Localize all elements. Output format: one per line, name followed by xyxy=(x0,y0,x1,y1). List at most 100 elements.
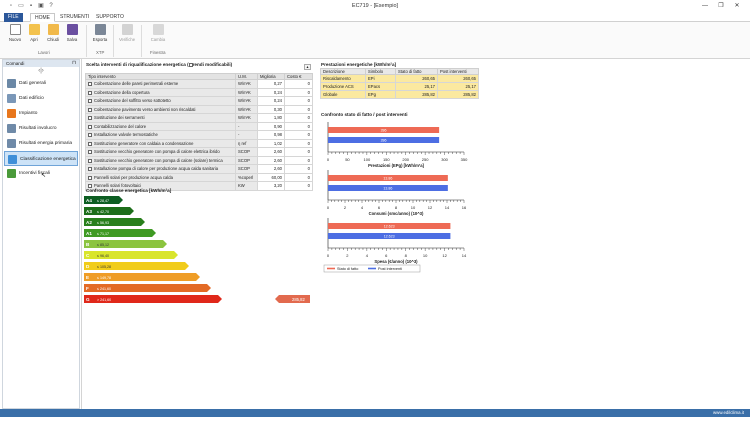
intervention-type-cell[interactable]: Sostituzione dei serramenti xyxy=(85,113,236,123)
table-row[interactable]: Sostituzione generatore con caldaia a co… xyxy=(85,138,313,148)
intervention-type-cell[interactable]: Sostituzione generatore con caldaia a co… xyxy=(85,138,236,148)
x-tick-label: 0 xyxy=(327,205,330,210)
improvement-cell: 0,24 xyxy=(257,87,285,97)
intervention-checkbox[interactable] xyxy=(88,141,92,146)
sidebar-item-plant[interactable]: Impianto xyxy=(4,106,78,121)
intervention-checkbox[interactable] xyxy=(88,175,92,180)
cost-cell: 0 xyxy=(284,121,313,131)
x-tick-label: 0 xyxy=(327,157,330,162)
intervention-type-cell[interactable]: Sostituzione vecchio generatore con pomp… xyxy=(85,147,236,157)
table-row[interactable]: Coibentazione delle pareti perimetrali e… xyxy=(85,79,313,89)
intervention-type-cell[interactable]: Sostituzione vecchio generatore con pomp… xyxy=(85,155,236,165)
tab-tools[interactable]: STRUMENTI xyxy=(56,13,93,22)
window-icon xyxy=(152,24,164,35)
x-tick-label: 12 xyxy=(442,253,447,258)
table-row[interactable]: Sostituzione vecchio generatore con pomp… xyxy=(85,147,313,157)
collapse-arrows-icon[interactable]: ‹|› xyxy=(3,67,79,76)
pin-icon[interactable]: ⊓ xyxy=(72,60,76,67)
sidebar-item-energy-class[interactable]: Classificazione energetica xyxy=(4,151,78,166)
tab-support[interactable]: SUPPORTO xyxy=(92,13,128,22)
open-button[interactable]: Apri xyxy=(25,24,43,46)
table-row[interactable]: Coibentazione del soffitto verso sottote… xyxy=(85,96,313,106)
printer-export-icon xyxy=(94,24,106,35)
improvement-cell: 0,27 xyxy=(257,79,285,89)
close-button[interactable]: ✕ xyxy=(732,2,742,10)
x-tick-label: 2 xyxy=(344,205,347,210)
cost-cell: 0 xyxy=(284,155,313,165)
energy-class-value: ≤ 42,70 xyxy=(97,210,109,214)
new-button[interactable]: Nuovo xyxy=(6,24,24,46)
energy-class-value: ≤ 149,78 xyxy=(97,276,111,280)
status-bar: www.edilclima.it xyxy=(0,409,750,417)
export-button[interactable]: Esporta xyxy=(91,24,109,46)
close-doc-button[interactable]: Chiudi xyxy=(44,24,62,46)
intervention-checkbox[interactable] xyxy=(88,82,92,87)
intervention-type-cell[interactable]: Coibentazione della copertura xyxy=(85,87,236,97)
sidebar-item-primary-energy[interactable]: Risultati energia primaria xyxy=(4,136,78,151)
interventions-body: Coibentazione delle pareti perimetrali e… xyxy=(85,79,313,191)
performance-table: Descrizione Simbolo Stato di fatto Post … xyxy=(320,68,479,99)
sidebar-item-building-data[interactable]: Dati edificio xyxy=(4,91,78,106)
unit-cell: %coperl xyxy=(235,172,258,182)
intervention-type-cell[interactable]: Pannelli solari per produzione acqua cal… xyxy=(85,172,236,182)
intervention-checkbox[interactable] xyxy=(88,107,92,112)
intervention-checkbox[interactable] xyxy=(88,99,92,104)
x-tick-label: 10 xyxy=(423,253,428,258)
x-tick-label: 2 xyxy=(346,253,349,258)
x-tick-label: 0 xyxy=(327,253,330,258)
current-state-cell: 25,17 xyxy=(395,82,438,91)
collapse-panel-button[interactable]: ▴ xyxy=(304,64,311,70)
group-label-xtp: XTP xyxy=(96,50,105,55)
bar-value-label: 12.623 xyxy=(384,225,395,229)
sidebar-item-general-data[interactable]: Dati generali xyxy=(4,76,78,91)
table-row[interactable]: Coibentazione pavimento verso ambienti n… xyxy=(85,104,313,114)
verify-button[interactable]: Verifiche xyxy=(118,24,136,46)
sidebar-item-envelope-results[interactable]: Risultati involucro xyxy=(4,121,78,136)
tab-home[interactable]: HOME xyxy=(30,13,55,22)
description-cell: Globale xyxy=(320,90,366,99)
intervention-checkbox[interactable] xyxy=(88,133,92,138)
cost-cell: 0 xyxy=(284,164,313,174)
cost-cell: 0 xyxy=(284,172,313,182)
improvement-cell: 60,00 xyxy=(257,172,285,182)
table-row[interactable]: Sostituzione dei serramenti W/m²K 1,80 0 xyxy=(85,113,313,123)
table-row[interactable]: Pannelli solari per produzione acqua cal… xyxy=(85,172,313,182)
general-data-icon xyxy=(7,79,16,88)
post-intervention-cell: 25,17 xyxy=(437,82,479,91)
table-row[interactable]: Sostituzione vecchio generatore con pomp… xyxy=(85,155,313,165)
website-link[interactable]: www.edilclima.it xyxy=(713,410,744,415)
energy-class-arrow xyxy=(84,218,145,226)
intervention-checkbox[interactable] xyxy=(88,90,92,95)
table-row: Produzione ACS EPacs 25,17 25,17 xyxy=(320,82,479,91)
commands-header: Comandi ⊓ xyxy=(3,60,79,67)
intervention-type-cell[interactable]: Contabilizzazione del calore xyxy=(85,121,236,131)
unit-cell: - xyxy=(235,121,258,131)
table-row[interactable]: Installazione pompa di calore per produz… xyxy=(85,164,313,174)
intervention-type-cell[interactable]: Coibentazione delle pareti perimetrali e… xyxy=(85,79,236,89)
x-tick-label: 4 xyxy=(366,253,369,258)
energy-class-arrow xyxy=(84,229,156,237)
change-window-button[interactable]: Cambia xyxy=(149,24,167,46)
improvement-cell: 0,98 xyxy=(257,130,285,140)
intervention-checkbox[interactable] xyxy=(88,124,92,129)
bar-value-label: 13.86 xyxy=(383,177,392,181)
symbol-cell: EPi xyxy=(365,74,396,83)
intervention-type-cell[interactable]: Installazione pompa di calore per produz… xyxy=(85,164,236,174)
cost-cell: 0 xyxy=(284,130,313,140)
table-row[interactable]: Coibentazione della copertura W/m²K 0,24 0 xyxy=(85,87,313,97)
table-row[interactable]: Installazione valvole termostatiche -0,98… xyxy=(85,130,313,140)
intervention-type-cell[interactable]: Installazione valvole termostatiche xyxy=(85,130,236,140)
save-button[interactable]: Salva xyxy=(63,24,81,46)
minimize-button[interactable]: — xyxy=(700,2,710,10)
intervention-checkbox[interactable] xyxy=(88,150,92,155)
table-row[interactable]: Contabilizzazione del calore -0,90 0 xyxy=(85,121,313,131)
maximize-button[interactable]: ❐ xyxy=(716,2,726,10)
intervention-type-cell[interactable]: Coibentazione pavimento verso ambienti n… xyxy=(85,104,236,114)
energy-class-value: ≤ 85,12 xyxy=(97,243,109,247)
intervention-checkbox[interactable] xyxy=(88,116,92,121)
intervention-type-cell[interactable]: Coibentazione del soffitto verso sottote… xyxy=(85,96,236,106)
intervention-checkbox[interactable] xyxy=(88,167,92,172)
group-label-window: Finestra xyxy=(150,50,166,55)
intervention-checkbox[interactable] xyxy=(88,158,92,163)
tab-file[interactable]: FILE xyxy=(4,13,23,22)
